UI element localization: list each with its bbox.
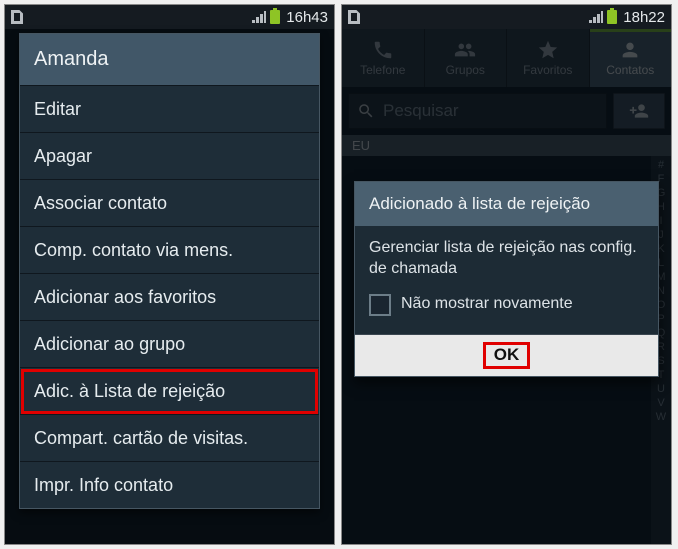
menu-item-edit[interactable]: Editar (20, 86, 319, 133)
dialog-message: Gerenciar lista de rejeição nas config. … (369, 238, 644, 280)
menu-item-add-fav[interactable]: Adicionar aos favoritos (20, 274, 319, 321)
menu-item-delete[interactable]: Apagar (20, 133, 319, 180)
menu-title: Amanda (20, 34, 319, 86)
checkbox-icon (369, 294, 391, 316)
menu-item-link-contact[interactable]: Associar contato (20, 180, 319, 227)
dont-show-again-checkbox[interactable]: Não mostrar novamente (369, 294, 644, 316)
ok-label: OK (486, 345, 528, 366)
dialog-title: Adicionado à lista de rejeição (355, 182, 658, 226)
dialog: Adicionado à lista de rejeição Gerenciar… (354, 181, 659, 377)
status-bar: 16h43 (5, 5, 334, 29)
sim-icon (11, 10, 23, 24)
signal-icon (589, 11, 603, 23)
battery-icon (270, 10, 280, 24)
menu-item-add-group[interactable]: Adicionar ao grupo (20, 321, 319, 368)
checkbox-label: Não mostrar novamente (401, 294, 573, 315)
phone-left: 16h43 Amanda Editar Apagar Associar cont… (4, 4, 335, 545)
menu-item-share-vcard[interactable]: Compart. cartão de visitas. (20, 415, 319, 462)
status-bar: 18h22 (342, 5, 671, 29)
clock: 18h22 (623, 9, 665, 26)
clock: 16h43 (286, 9, 328, 26)
battery-icon (607, 10, 617, 24)
sim-icon (348, 10, 360, 24)
menu-item-share-msg[interactable]: Comp. contato via mens. (20, 227, 319, 274)
phone-right: 18h22 Telefone Grupos Favoritos Contatos (341, 4, 672, 545)
ok-button[interactable]: OK (355, 334, 658, 376)
context-menu: Amanda Editar Apagar Associar contato Co… (19, 33, 320, 509)
menu-item-print[interactable]: Impr. Info contato (20, 462, 319, 508)
signal-icon (252, 11, 266, 23)
menu-item-add-reject[interactable]: Adic. à Lista de rejeição (20, 368, 319, 415)
